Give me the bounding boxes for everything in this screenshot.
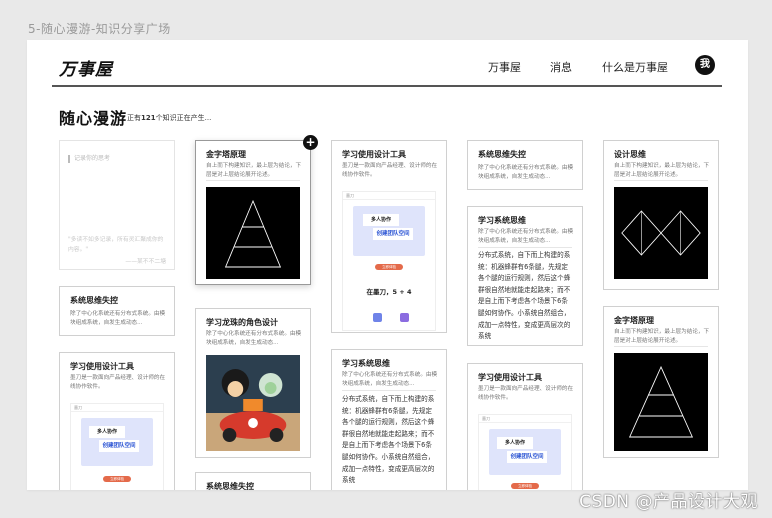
page-caption: 5-随心漫游-知识分享广场 — [28, 22, 171, 36]
card-desc: 墨刀是一款面向产品经理、设计师的在线协作软件。 — [342, 163, 438, 178]
subtitle-suffix: 个知识正在产生... — [155, 114, 212, 122]
card-desc: 自上而下构建知识，最上层为结论，下层是对上层结论展开论述。 — [614, 163, 710, 178]
logo[interactable]: 万事屋 — [59, 55, 113, 80]
card-title: 金字塔原理 — [206, 150, 246, 159]
mock-chip: 多人协作 — [89, 426, 125, 438]
knowledge-card[interactable]: 学习使用设计工具 墨刀是一款面向产品经理、设计师的在线协作软件。 墨刀 多人协作… — [59, 352, 175, 490]
card-title: 学习系统思维 — [478, 216, 526, 225]
mock-topbar: 墨刀 — [343, 192, 435, 200]
mock-chip: 多人协作 — [497, 437, 533, 449]
card-title: 系统思维失控 — [478, 150, 526, 159]
mock-chip: 多人协作 — [363, 214, 399, 226]
mock-chip: 创建团队空间 — [507, 451, 547, 463]
mock-icons — [373, 307, 427, 326]
card-title: 系统思维失控 — [70, 296, 118, 305]
nav-item-messages[interactable]: 消息 — [550, 59, 572, 75]
knowledge-card[interactable]: 系统思维失控 除了中心化系统还有分布式系统。由模块组成系统，自发生成动态... — [59, 286, 175, 336]
mock-button: 立即体验 — [103, 476, 131, 482]
pyramid-image — [206, 187, 300, 279]
card-title: 金字塔原理 — [614, 316, 654, 325]
card-title: 学习使用设计工具 — [70, 362, 134, 371]
mock-button: 立即体验 — [511, 483, 539, 489]
mock-topbar: 墨刀 — [71, 404, 163, 412]
card-divider — [614, 180, 708, 181]
card-desc: 除了中心化系统还有分布式系统。由模块组成系统，自发生成动态... — [478, 165, 574, 180]
card-desc: 墨刀是一款面向产品经理、设计师的在线协作软件。 — [70, 375, 166, 390]
page-subtitle: 正有121个知识正在产生... — [127, 113, 211, 123]
card-desc: 除了中心化系统还有分布式系统。由模块组成系统，自发生成动态... — [478, 229, 574, 244]
card-desc: 除了中心化系统还有分布式系统。由模块组成系统，自发生成动态... — [70, 311, 166, 326]
mock-panel: 多人协作 创建团队空间 — [489, 429, 561, 475]
card-divider — [206, 180, 300, 181]
note-input-card[interactable]: 记录你的思考 "多读不如多记录，所有灵汇聚成你的内容。" ——某不不二塘 — [59, 140, 175, 270]
subtitle-prefix: 正有 — [127, 114, 141, 122]
app-frame: 万事屋 万事屋 消息 什么是万事屋 我 随心漫游 正有121个知识正在产生...… — [27, 40, 748, 490]
page-title: 随心漫游 — [59, 109, 128, 128]
mock-app-icon — [373, 313, 382, 322]
card-title: 学习使用设计工具 — [342, 150, 406, 159]
card-desc: 自上而下构建知识，最上层为结论，下层是对上层结论展开论述。 — [614, 329, 710, 344]
knowledge-card[interactable]: 学习系统思维 除了中心化系统还有分布式系统。由模块组成系统，自发生成动态... … — [467, 206, 583, 346]
card-desc: 除了中心化系统还有分布式系统。由模块组成系统，自发生成动态... — [206, 331, 302, 346]
note-quote: "多读不如多记录，所有灵汇聚成你的内容。" — [68, 237, 164, 253]
card-divider — [614, 346, 708, 347]
design-thinking-image — [614, 187, 708, 279]
mock-chip: 创建团队空间 — [373, 228, 413, 240]
avatar[interactable]: 我 — [695, 55, 715, 75]
note-quote-author: ——某不不二塘 — [125, 259, 166, 265]
add-button[interactable]: + — [303, 135, 318, 150]
knowledge-count: 121 — [141, 114, 156, 122]
card-body: 分布式系统，自下而上构建的系统：机器蜂群有6条腿，先规定各个腿的运行规则，然后这… — [342, 395, 435, 485]
knowledge-card[interactable]: 系统思维失控 — [195, 472, 311, 490]
dragon-ball-illustration — [206, 355, 300, 451]
knowledge-card[interactable]: 设计思维 自上而下构建知识，最上层为结论，下层是对上层结论展开论述。 — [603, 140, 719, 290]
nav-item-home[interactable]: 万事屋 — [488, 59, 521, 75]
card-divider — [342, 390, 436, 391]
pyramid-image — [614, 353, 708, 451]
note-input-placeholder[interactable]: 记录你的思考 — [68, 155, 110, 163]
knowledge-card[interactable]: 学习使用设计工具 墨刀是一款面向产品经理、设计师的在线协作软件。 墨刀 多人协作… — [467, 363, 583, 490]
mock-topbar: 墨刀 — [479, 415, 571, 423]
mock-chip: 创建团队空间 — [99, 440, 139, 452]
mock-app-icon — [400, 313, 409, 322]
knowledge-card[interactable]: 系统思维失控 除了中心化系统还有分布式系统。由模块组成系统，自发生成动态... — [467, 140, 583, 190]
card-desc: 除了中心化系统还有分布式系统。由模块组成系统，自发生成动态... — [342, 372, 438, 387]
knowledge-card[interactable]: 学习使用设计工具 墨刀是一款面向产品经理、设计师的在线协作软件。 墨刀 多人协作… — [331, 140, 447, 333]
card-title: 学习系统思维 — [342, 359, 390, 368]
knowledge-card-featured[interactable]: 金字塔原理 自上而下构建知识，最上层为结论，下层是对上层结论展开论述。 — [195, 140, 311, 285]
card-title: 设计思维 — [614, 150, 646, 159]
card-title: 系统思维失控 — [206, 482, 254, 490]
card-desc: 墨刀是一款面向产品经理、设计师的在线协作软件。 — [478, 386, 574, 401]
mock-button: 立即体验 — [375, 264, 403, 270]
card-divider — [478, 247, 572, 248]
card-body: 分布式系统，自下而上构建的系统：机器蜂群有6条腿，先规定各个腿的运行规则，然后这… — [478, 251, 571, 341]
nav-item-about[interactable]: 什么是万事屋 — [602, 59, 668, 75]
mock-panel: 多人协作 创建团队空间 — [353, 206, 425, 256]
card-desc: 自上而下构建知识，最上层为结论，下层是对上层结论展开论述。 — [206, 163, 302, 178]
card-title: 学习龙珠的角色设计 — [206, 318, 278, 327]
knowledge-card[interactable]: 学习龙珠的角色设计 除了中心化系统还有分布式系统。由模块组成系统，自发生成动态.… — [195, 308, 311, 458]
watermark: CSDN @产品设计大观 — [579, 492, 758, 512]
header-divider — [52, 85, 722, 87]
card-title: 学习使用设计工具 — [478, 373, 542, 382]
mock-panel: 多人协作 创建团队空间 — [81, 418, 153, 466]
card-image: 墨刀 多人协作 创建团队空间 立即体验 — [478, 414, 572, 490]
card-image: 墨刀 多人协作 创建团队空间 立即体验 在墨刀，5 + 4 — [342, 191, 436, 331]
card-image: 墨刀 多人协作 创建团队空间 立即体验 — [70, 403, 164, 490]
knowledge-card[interactable]: 金字塔原理 自上而下构建知识，最上层为结论，下层是对上层结论展开论述。 — [603, 306, 719, 458]
mock-count-text: 在墨刀，5 + 4 — [366, 288, 412, 296]
knowledge-card[interactable]: 学习系统思维 除了中心化系统还有分布式系统。由模块组成系统，自发生成动态... … — [331, 349, 447, 490]
